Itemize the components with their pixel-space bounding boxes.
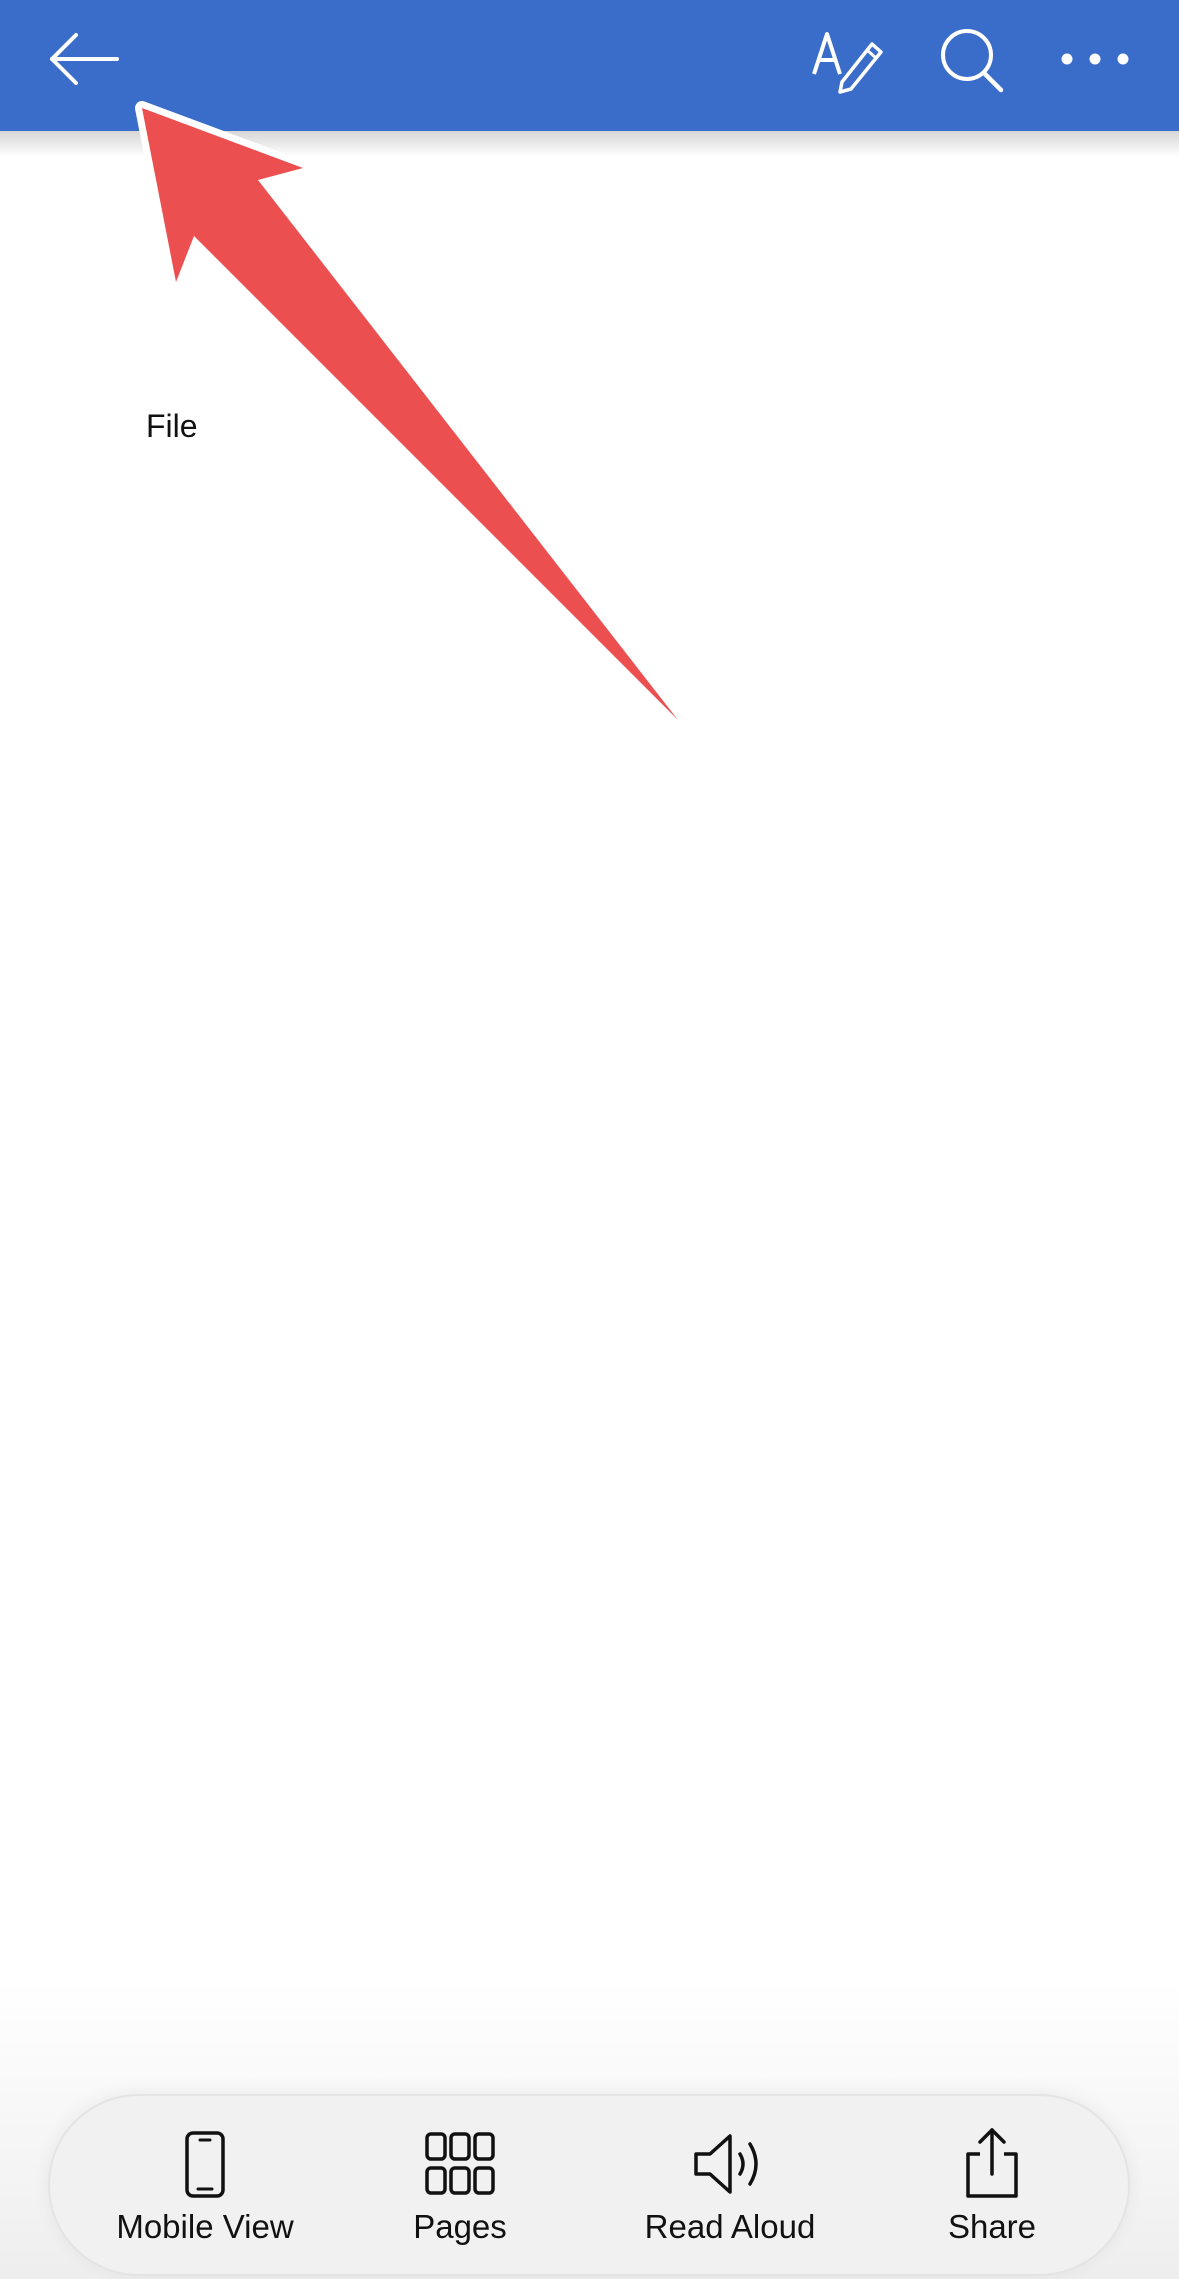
mobile-phone-icon	[185, 2131, 225, 2198]
share-button[interactable]: Share	[902, 2126, 1082, 2254]
pages-label: Pages	[413, 2208, 507, 2245]
share-label: Share	[947, 2208, 1037, 2245]
read-aloud-button[interactable]: Read Aloud	[615, 2126, 845, 2254]
mobile-view-button[interactable]: Mobile View	[90, 2126, 320, 2254]
search-button[interactable]	[929, 22, 1019, 98]
read-aloud-label: Read Aloud	[644, 2208, 816, 2245]
more-options-button[interactable]	[1050, 22, 1140, 98]
top-bar-shadow	[0, 131, 1179, 157]
more-horizontal-icon	[1061, 53, 1129, 65]
search-icon	[941, 29, 1004, 93]
edit-text-button[interactable]	[806, 22, 896, 98]
pages-button[interactable]: Pages	[370, 2126, 550, 2254]
text-edit-icon	[812, 32, 883, 94]
word-document-screen: File Mobile View Pages Read Aloud Share	[0, 0, 1179, 2279]
arrow-left-icon	[50, 33, 119, 85]
mobile-view-label: Mobile View	[116, 2208, 294, 2245]
back-button[interactable]	[40, 22, 130, 98]
pages-grid-icon	[425, 2132, 495, 2195]
speaker-icon	[694, 2134, 758, 2194]
top-app-bar	[0, 0, 1179, 131]
bottom-toolbar: Mobile View Pages Read Aloud Share	[48, 2094, 1130, 2276]
share-icon	[966, 2128, 1018, 2198]
document-text: File	[146, 408, 198, 444]
